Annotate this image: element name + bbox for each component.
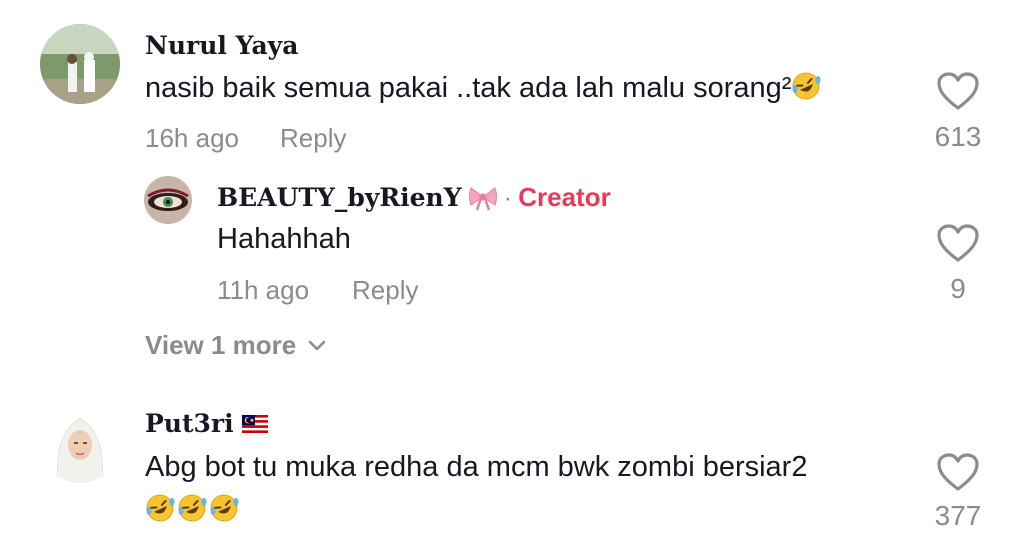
comment-username[interactable]: Put3ri xyxy=(145,409,234,438)
creator-badge: Creator xyxy=(518,182,611,212)
chevron-down-icon xyxy=(308,340,326,350)
heart-icon[interactable] xyxy=(935,70,981,112)
separator-dot: · xyxy=(503,182,513,212)
comment-header: Put3ri xyxy=(145,409,268,438)
reply-header: BEAUTY_byRienY · Creator xyxy=(217,182,611,213)
rolling-laughing-emoji xyxy=(178,494,207,522)
avatar[interactable] xyxy=(144,176,192,224)
rolling-laughing-emoji xyxy=(146,494,175,522)
like-count: 9 xyxy=(950,273,966,304)
view-more-replies-button[interactable]: View 1 more xyxy=(145,330,326,361)
reply-time: 11h ago xyxy=(217,275,310,305)
avatar[interactable] xyxy=(40,403,120,483)
reply-button[interactable]: Reply xyxy=(352,275,418,306)
avatar[interactable] xyxy=(40,24,120,104)
heart-icon[interactable] xyxy=(935,451,981,493)
view-more-label: View 1 more xyxy=(145,330,297,360)
like-count: 613 xyxy=(934,121,982,152)
reply-text: Hahahhah xyxy=(217,223,351,255)
rolling-laughing-emoji xyxy=(210,494,239,522)
comment-text-content: nasib baik semua pakai ..tak ada lah mal… xyxy=(145,72,792,104)
heart-icon[interactable] xyxy=(935,222,981,264)
comment-emoji-line xyxy=(145,493,239,523)
comment-text: Abg bot tu muka redha da mcm bwk zombi b… xyxy=(145,451,808,483)
comment-text: nasib baik semua pakai ..tak ada lah mal… xyxy=(145,71,821,105)
reply-username[interactable]: BEAUTY_byRienY xyxy=(217,183,462,212)
comment-time: 16h ago xyxy=(145,123,239,153)
like-count: 377 xyxy=(934,500,982,531)
reply-button[interactable]: Reply xyxy=(280,123,346,154)
comment-username[interactable]: Nurul Yaya xyxy=(145,31,298,60)
pink-bow-icon xyxy=(468,186,497,210)
rolling-laughing-emoji xyxy=(792,72,821,100)
malaysia-flag-icon xyxy=(241,414,268,433)
